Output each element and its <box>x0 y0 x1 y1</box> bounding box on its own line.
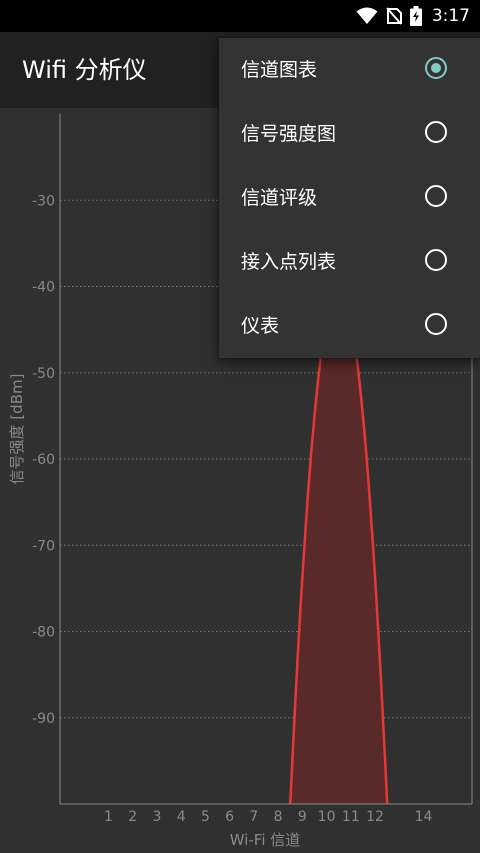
y-tick-label: -40 <box>32 280 55 296</box>
menu-item-label: 信道图表 <box>241 59 318 81</box>
x-axis-title: Wi-Fi 信道 <box>230 831 301 849</box>
radio-unchecked-icon[interactable] <box>425 249 447 271</box>
app-title: Wifi 分析仪 <box>22 56 147 84</box>
radio-checked-icon[interactable] <box>425 57 447 79</box>
series-layer <box>288 285 389 804</box>
menu-item-label: 接入点列表 <box>241 251 337 273</box>
x-tick-label: 3 <box>152 809 161 825</box>
x-tick-label: 8 <box>274 809 283 825</box>
y-tick-label: -90 <box>32 711 55 727</box>
y-tick-label: -30 <box>32 193 55 209</box>
signal-series-0 <box>288 285 389 804</box>
clock: 3:17 <box>431 6 470 26</box>
view-menu: 信道图表信号强度图信道评级接入点列表仪表 <box>219 38 480 358</box>
x-tick-label: 12 <box>366 809 384 825</box>
menu-item-2[interactable]: 信道评级 <box>219 166 480 230</box>
battery-charging-icon <box>409 6 422 26</box>
x-tick-label: 9 <box>298 809 307 825</box>
menu-item-4[interactable]: 仪表 <box>219 294 480 358</box>
x-tick-label: 7 <box>249 809 258 825</box>
x-tick-label: 1 <box>104 809 113 825</box>
y-tick-label: -60 <box>32 452 55 468</box>
y-tick-label: -80 <box>32 625 55 641</box>
y-tick-label: -70 <box>32 538 55 554</box>
menu-item-3[interactable]: 接入点列表 <box>219 230 480 294</box>
x-tick-label: 14 <box>415 809 433 825</box>
menu-item-0[interactable]: 信道图表 <box>219 38 480 102</box>
radio-unchecked-icon[interactable] <box>425 313 447 335</box>
x-tick-label: 4 <box>177 809 186 825</box>
no-sim-icon <box>386 7 402 25</box>
menu-item-1[interactable]: 信号强度图 <box>219 102 480 166</box>
wifi-icon <box>356 7 378 25</box>
x-tick-label: 11 <box>342 809 360 825</box>
x-tick-label: 5 <box>201 809 210 825</box>
radio-unchecked-icon[interactable] <box>425 121 447 143</box>
radio-unchecked-icon[interactable] <box>425 185 447 207</box>
status-bar: 3:17 <box>0 0 480 32</box>
menu-item-label: 仪表 <box>241 315 280 337</box>
y-tick-label: -50 <box>32 366 55 382</box>
menu-item-label: 信道评级 <box>241 187 318 209</box>
x-tick-label: 10 <box>318 809 336 825</box>
y-axis-title: 信号强度 [dBm] <box>8 374 26 485</box>
x-tick-label: 2 <box>128 809 137 825</box>
menu-item-label: 信号强度图 <box>241 123 337 145</box>
x-tick-label: 6 <box>225 809 234 825</box>
